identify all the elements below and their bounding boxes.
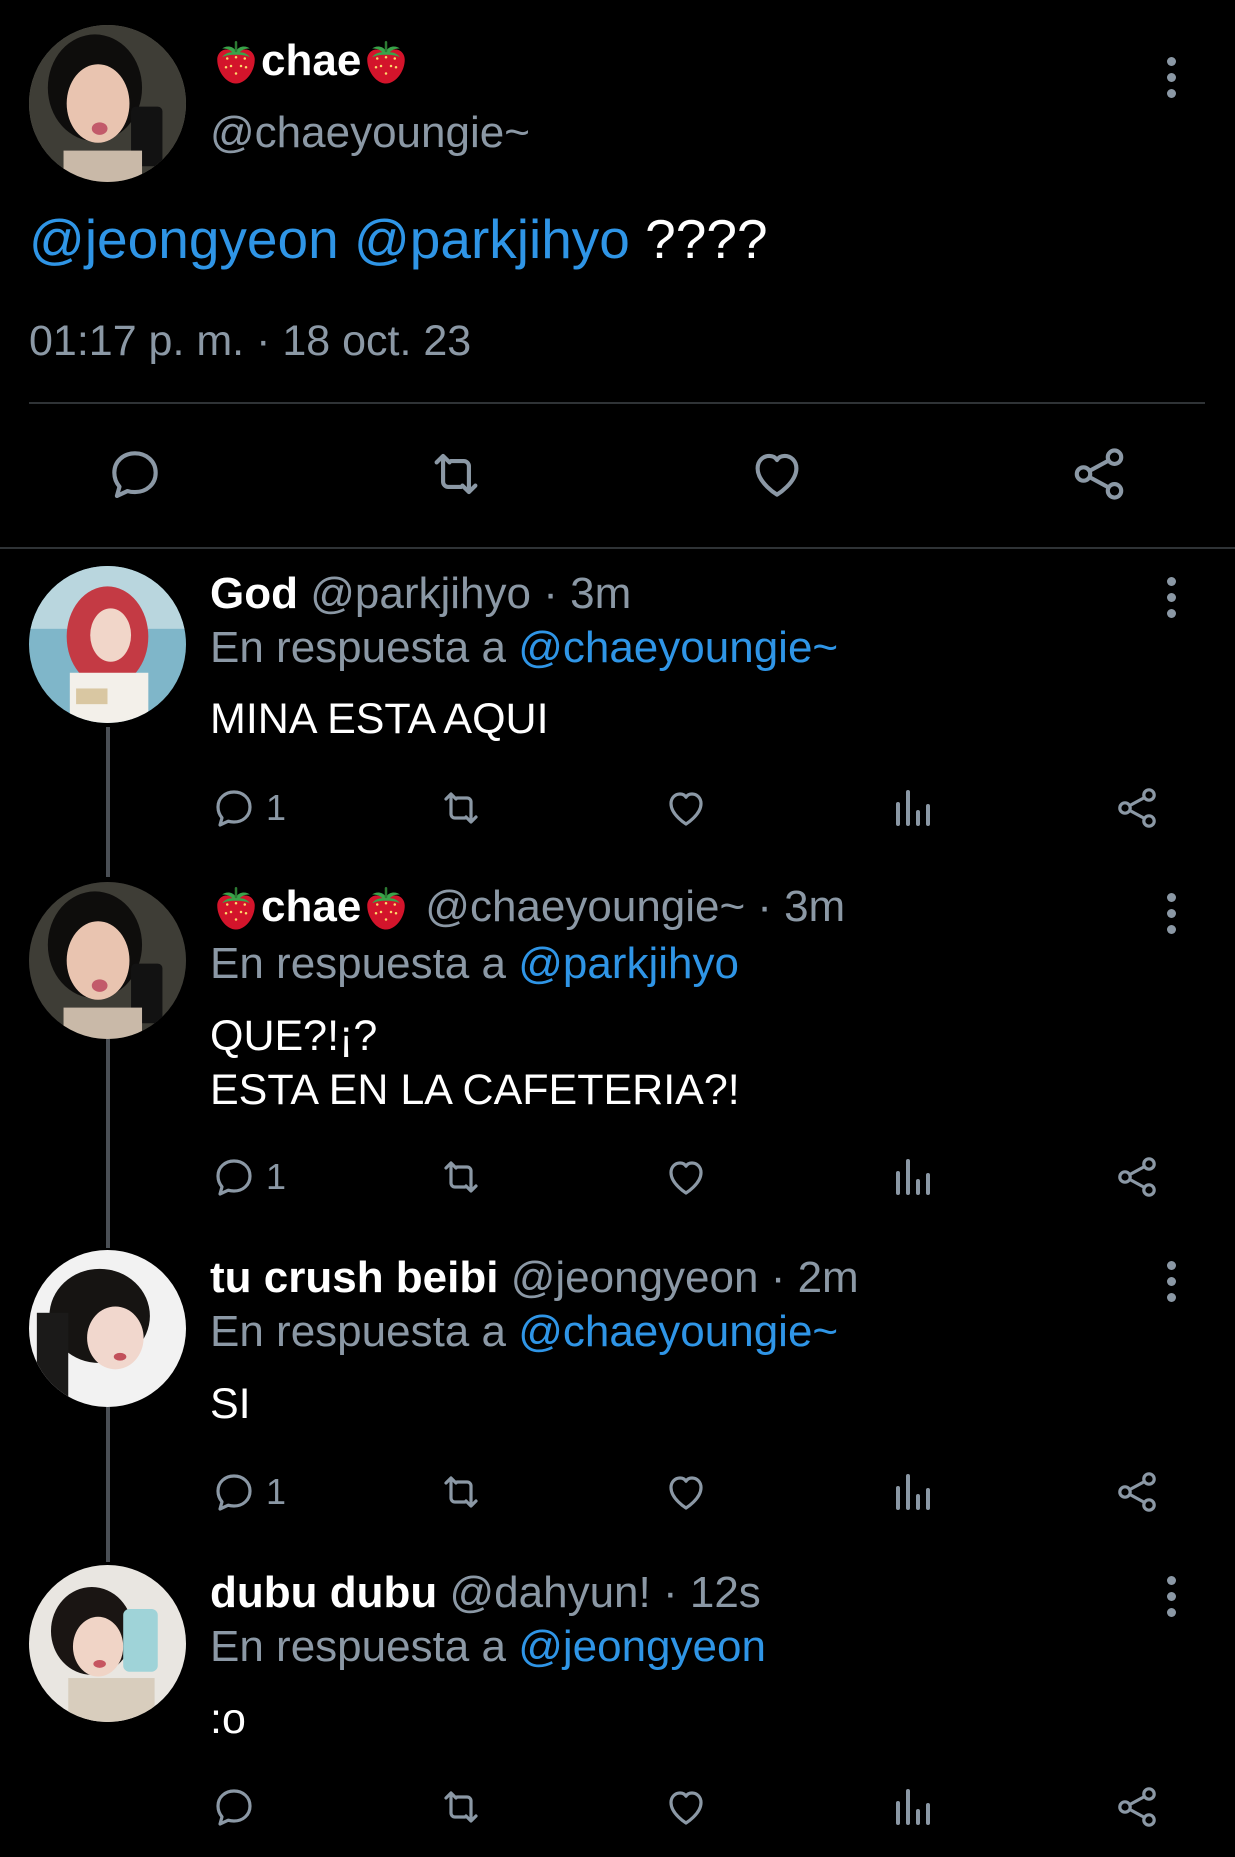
reply-icon[interactable]: [210, 1783, 258, 1831]
time[interactable]: · 12s: [663, 1568, 761, 1617]
reply-to-link[interactable]: @parkjihyo: [518, 939, 739, 988]
reply-icon: [210, 784, 258, 832]
reply-text: SI: [210, 1380, 251, 1428]
analytics-icon[interactable]: [888, 1153, 936, 1201]
reply-button[interactable]: 1: [210, 1153, 286, 1201]
reply-header: dubu dubu @dahyun! · 12s: [210, 1568, 761, 1618]
handle[interactable]: @jeongyeon: [511, 1253, 759, 1302]
display-name-text: chae: [261, 36, 362, 85]
reply-to-line: En respuesta a @chaeyoungie~: [210, 623, 838, 673]
reply-count: 1: [266, 1156, 287, 1197]
share-icon[interactable]: [1113, 1468, 1161, 1516]
like-icon[interactable]: [662, 1783, 710, 1831]
handle[interactable]: @parkjihyo: [310, 569, 531, 618]
like-icon[interactable]: [662, 1153, 710, 1201]
share-icon[interactable]: [1067, 443, 1131, 505]
reply-text: ESTA EN LA CAFETERIA?!: [210, 1066, 740, 1114]
reply-prefix: En respuesta a: [210, 623, 506, 672]
reply-icon: [210, 1153, 258, 1201]
divider: [0, 547, 1235, 549]
avatar[interactable]: [29, 1565, 186, 1722]
avatar[interactable]: [29, 566, 186, 723]
more-options-icon[interactable]: [1159, 1576, 1183, 1624]
display-name[interactable]: tu crush beibi: [210, 1253, 498, 1302]
like-icon[interactable]: [745, 443, 809, 505]
handle[interactable]: @chaeyoungie~: [210, 108, 530, 158]
like-icon[interactable]: [662, 1468, 710, 1516]
time[interactable]: · 3m: [757, 882, 845, 932]
reply-prefix: En respuesta a: [210, 1622, 506, 1671]
reply-to-link[interactable]: @chaeyoungie~: [518, 623, 838, 672]
display-name[interactable]: chae: [261, 882, 361, 932]
reply-to-link[interactable]: @chaeyoungie~: [518, 1307, 838, 1356]
display-name[interactable]: dubu dubu: [210, 1568, 437, 1617]
avatar[interactable]: [29, 25, 186, 182]
retweet-icon[interactable]: [434, 1153, 488, 1201]
retweet-icon[interactable]: [434, 1783, 488, 1831]
share-icon[interactable]: [1113, 1153, 1161, 1201]
retweet-icon[interactable]: [421, 443, 491, 505]
thread-line: [106, 727, 110, 877]
strawberry-emoji: [211, 882, 261, 932]
reply-text: QUE?!¡?: [210, 1012, 378, 1060]
like-icon[interactable]: [662, 784, 710, 832]
share-icon[interactable]: [1113, 1783, 1161, 1831]
reply-count: 1: [266, 1471, 287, 1512]
reply-header: tu crush beibi @jeongyeon · 2m: [210, 1253, 859, 1303]
analytics-icon[interactable]: [888, 1783, 936, 1831]
strawberry-emoji: [361, 36, 411, 86]
reply-button[interactable]: 1: [210, 784, 286, 832]
reply-to-line: En respuesta a @jeongyeon: [210, 1622, 766, 1672]
reply-button[interactable]: 1: [210, 1468, 286, 1516]
share-icon[interactable]: [1113, 784, 1161, 832]
handle[interactable]: @dahyun!: [449, 1568, 650, 1617]
display-name[interactable]: God: [210, 569, 298, 618]
reply-text: MINA ESTA AQUI: [210, 695, 549, 743]
avatar[interactable]: [29, 882, 186, 1039]
more-options-icon[interactable]: [1159, 893, 1183, 941]
handle[interactable]: @chaeyoungie~: [425, 882, 745, 932]
mention-link[interactable]: @parkjihyo: [354, 208, 630, 270]
reply-to-line: En respuesta a @chaeyoungie~: [210, 1307, 838, 1357]
reply-text: :o: [210, 1695, 246, 1743]
timestamp[interactable]: 01:17 p. m. · 18 oct. 23: [29, 317, 471, 366]
mention-link[interactable]: @jeongyeon: [29, 208, 339, 270]
tweet-body: ????: [629, 208, 768, 270]
reply-to-line: En respuesta a @parkjihyo: [210, 939, 739, 989]
reply-header: God @parkjihyo · 3m: [210, 569, 631, 619]
reply-to-link[interactable]: @jeongyeon: [518, 1622, 766, 1671]
analytics-icon[interactable]: [888, 1468, 936, 1516]
reply-icon[interactable]: [104, 443, 166, 505]
thread-line: [106, 1405, 110, 1562]
analytics-icon[interactable]: [888, 784, 936, 832]
reply-icon: [210, 1468, 258, 1516]
divider: [29, 402, 1205, 404]
retweet-icon[interactable]: [434, 1468, 488, 1516]
tweet-text: @jeongyeon @parkjihyo ????: [29, 207, 768, 271]
retweet-icon[interactable]: [434, 784, 488, 832]
strawberry-emoji: [211, 36, 261, 86]
avatar[interactable]: [29, 1250, 186, 1407]
display-name[interactable]: chae: [211, 36, 411, 86]
more-options-icon[interactable]: [1159, 57, 1183, 105]
reply-count: 1: [266, 787, 287, 828]
more-options-icon[interactable]: [1159, 577, 1183, 625]
strawberry-emoji: [361, 882, 411, 932]
more-options-icon[interactable]: [1159, 1261, 1183, 1309]
reply-prefix: En respuesta a: [210, 1307, 506, 1356]
time[interactable]: · 2m: [771, 1253, 859, 1302]
time[interactable]: · 3m: [543, 569, 631, 618]
reply-header: chae @chaeyoungie~ · 3m: [211, 880, 845, 934]
thread-line: [106, 1037, 110, 1248]
reply-prefix: En respuesta a: [210, 939, 506, 988]
